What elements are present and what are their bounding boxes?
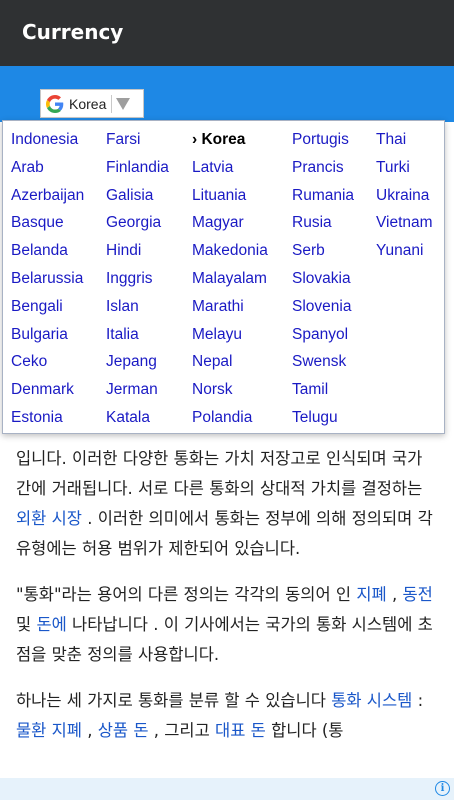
language-option[interactable]: Katala: [106, 404, 169, 432]
language-option[interactable]: Ukraina: [376, 182, 433, 210]
link-foreign-exchange-market[interactable]: 외환 시장: [16, 509, 82, 528]
app-bar: Currency: [0, 0, 454, 66]
link-representative-money[interactable]: 대표 돈: [215, 721, 266, 740]
language-option[interactable]: Galisia: [106, 182, 169, 210]
language-option[interactable]: Telugu: [292, 404, 354, 432]
language-option[interactable]: Indonesia: [11, 126, 84, 154]
language-option[interactable]: Denmark: [11, 376, 84, 404]
language-option[interactable]: Estonia: [11, 404, 84, 432]
link-money[interactable]: 돈에: [36, 615, 66, 634]
language-option[interactable]: Farsi: [106, 126, 169, 154]
article-body: 입니다. 이러한 다양한 통화는 가치 저장고로 인식되며 국가간에 거래됩니다…: [16, 444, 436, 762]
paragraph-text: 하나는 세 가지로 통화를 분류 할 수 있습니다: [16, 691, 332, 710]
article-paragraph: 하나는 세 가지로 통화를 분류 할 수 있습니다 통화 시스템 : 물환 지폐…: [16, 686, 436, 746]
language-option[interactable]: Malayalam: [192, 265, 268, 293]
language-option[interactable]: Azerbaijan: [11, 182, 84, 210]
menu-column-1: Indonesia Arab Azerbaijan Basque Belanda Bela…: [11, 126, 84, 432]
info-icon[interactable]: i: [435, 781, 450, 796]
language-option[interactable]: Belarussia: [11, 265, 84, 293]
language-option[interactable]: Serb: [292, 237, 354, 265]
link-commodity-money[interactable]: 상품 돈: [98, 721, 149, 740]
link-coin[interactable]: 동전: [402, 585, 432, 604]
language-option[interactable]: Jerman: [106, 376, 169, 404]
language-option[interactable]: › Korea: [192, 126, 268, 154]
paragraph-text: "통화"라는 용어의 다른 정의는 각각의 동의어 인: [16, 585, 357, 604]
language-option[interactable]: Islan: [106, 293, 169, 321]
language-option[interactable]: Finlandia: [106, 154, 169, 182]
paragraph-text: 나타납니다 . 이 기사에서는 국가의 통화 시스템에 초점을 맞춘 정의를 사…: [16, 615, 433, 664]
language-option[interactable]: Nepal: [192, 348, 268, 376]
language-option[interactable]: Marathi: [192, 293, 268, 321]
language-option[interactable]: Norsk: [192, 376, 268, 404]
language-option[interactable]: Bengali: [11, 293, 84, 321]
language-option[interactable]: Hindi: [106, 237, 169, 265]
paragraph-text: ,: [386, 585, 403, 604]
language-option[interactable]: Inggris: [106, 265, 169, 293]
language-option[interactable]: Ceko: [11, 348, 84, 376]
language-option[interactable]: Arab: [11, 154, 84, 182]
language-option[interactable]: Swensk: [292, 348, 354, 376]
language-option[interactable]: Latvia: [192, 154, 268, 182]
menu-column-3: › Korea Latvia Lituania Magyar Makedonia Mala…: [192, 126, 268, 432]
app-title: Currency: [22, 20, 124, 44]
language-option[interactable]: Prancis: [292, 154, 354, 182]
language-option[interactable]: Lituania: [192, 182, 268, 210]
language-option[interactable]: Yunani: [376, 237, 433, 265]
link-monetary-system[interactable]: 통화 시스템: [331, 691, 412, 710]
language-option[interactable]: Polandia: [192, 404, 268, 432]
article-paragraph: 입니다. 이러한 다양한 통화는 가치 저장고로 인식되며 국가간에 거래됩니다…: [16, 444, 436, 564]
selected-language: Korea: [69, 95, 107, 112]
paragraph-text: 입니다. 이러한 다양한 통화는 가치 저장고로 인식되며 국가간에 거래됩니다…: [16, 449, 423, 498]
language-option[interactable]: Rumania: [292, 182, 354, 210]
language-option[interactable]: Thai: [376, 126, 433, 154]
dropdown-caret-icon[interactable]: [116, 97, 131, 110]
paragraph-text: 및: [16, 615, 37, 634]
paragraph-text: 합니다 (통: [265, 721, 344, 740]
language-option[interactable]: Slovakia: [292, 265, 354, 293]
language-option[interactable]: Bulgaria: [11, 321, 84, 349]
paragraph-text: , 그리고: [148, 721, 216, 740]
language-option[interactable]: Belanda: [11, 237, 84, 265]
language-option[interactable]: Tamil: [292, 376, 354, 404]
language-option[interactable]: Slovenia: [292, 293, 354, 321]
language-option[interactable]: Georgia: [106, 209, 169, 237]
select-divider: [111, 94, 113, 113]
language-option[interactable]: Spanyol: [292, 321, 354, 349]
language-option[interactable]: Vietnam: [376, 209, 433, 237]
language-option[interactable]: Melayu: [192, 321, 268, 349]
link-banknote[interactable]: 지폐: [356, 585, 386, 604]
language-option[interactable]: Magyar: [192, 209, 268, 237]
paragraph-text: :: [412, 691, 424, 710]
language-menu: Indonesia Arab Azerbaijan Basque Belanda Bela…: [2, 120, 445, 434]
language-option[interactable]: Turki: [376, 154, 433, 182]
menu-column-5: Thai Turki Ukraina Vietnam Yunani: [376, 126, 433, 265]
ad-banner[interactable]: i: [0, 778, 454, 800]
language-option[interactable]: Rusia: [292, 209, 354, 237]
language-option[interactable]: Basque: [11, 209, 84, 237]
language-option[interactable]: Makedonia: [192, 237, 268, 265]
menu-column-4: Portugis Prancis Rumania Rusia Serb Slovakia S…: [292, 126, 354, 432]
article-paragraph: "통화"라는 용어의 다른 정의는 각각의 동의어 인 지폐 , 동전 및 돈에…: [16, 580, 436, 670]
link-fiat-money[interactable]: 물환 지폐: [16, 721, 82, 740]
language-select[interactable]: Korea: [40, 89, 144, 118]
language-option[interactable]: Jepang: [106, 348, 169, 376]
paragraph-text: ,: [81, 721, 98, 740]
language-option[interactable]: Italia: [106, 321, 169, 349]
google-g-icon: [46, 94, 64, 113]
language-option[interactable]: Portugis: [292, 126, 354, 154]
menu-column-2: Farsi Finlandia Galisia Georgia Hindi Inggris…: [106, 126, 169, 432]
